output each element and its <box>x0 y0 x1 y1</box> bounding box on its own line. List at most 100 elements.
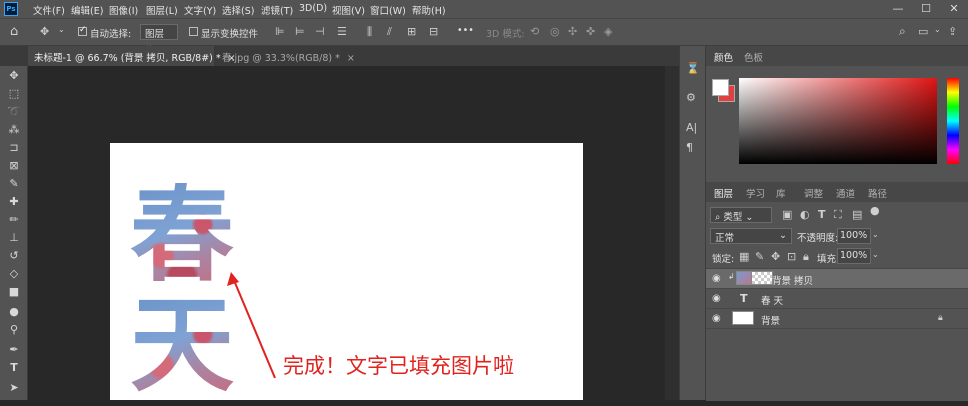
align-vcenter-icon[interactable]: ⫼ <box>367 25 372 39</box>
foreground-color-swatch[interactable] <box>712 79 729 96</box>
tab-libraries[interactable]: 库 <box>770 182 792 202</box>
pen-tool-icon[interactable]: ✒ <box>4 342 24 358</box>
lock-pixels-icon[interactable]: ✎ <box>755 250 764 263</box>
visibility-eye-icon[interactable]: ◉ <box>712 313 722 324</box>
auto-select-dropdown[interactable]: 图层 ⌄ <box>140 24 178 51</box>
home-icon[interactable]: ⌂ <box>10 24 18 39</box>
vertical-scrollbar[interactable] <box>665 66 679 400</box>
document-canvas[interactable]: 春 天 完成！文字已填充图片啦 <box>110 143 583 400</box>
menu-select[interactable]: 选择(S) <box>222 3 254 17</box>
menu-edit[interactable]: 编辑(E) <box>71 3 103 17</box>
history-panel-icon[interactable]: ⌛ <box>686 62 700 75</box>
3d-slide-icon[interactable]: ✜ <box>586 25 595 38</box>
filter-toggle-icon[interactable]: ● <box>870 204 880 217</box>
move-tool-icon[interactable]: ✥ <box>4 68 24 84</box>
properties-panel-icon[interactable]: ⚙ <box>686 91 696 104</box>
fill-input[interactable]: 100% <box>837 248 871 264</box>
tab-spring-jpg[interactable]: 春.jpg @ 33.3%(RGB/8) * × <box>216 46 355 66</box>
blur-tool-icon[interactable]: ● <box>4 304 24 320</box>
distribute-icon[interactable]: ⊞ <box>407 25 416 38</box>
align-right-icon[interactable]: ⊣ <box>315 25 325 38</box>
filter-adjustment-icon[interactable]: ◐ <box>800 208 810 221</box>
align-top-icon[interactable]: ☰ <box>337 25 347 38</box>
3d-scale-icon[interactable]: ◈ <box>604 25 612 38</box>
filter-shape-icon[interactable]: ⛶ <box>834 208 842 222</box>
tab-paths[interactable]: 路径 <box>862 182 893 202</box>
eraser-tool-icon[interactable]: ◇ <box>4 266 24 282</box>
lasso-tool-icon[interactable]: ➰ <box>4 104 24 120</box>
history-brush-icon[interactable]: ↺ <box>4 248 24 264</box>
align-left-icon[interactable]: ⊫ <box>275 25 285 38</box>
tab-color[interactable]: 颜色 <box>708 46 739 66</box>
type-tool-icon[interactable]: T <box>4 360 24 376</box>
opacity-input[interactable]: 100% <box>837 228 871 244</box>
distribute-v-icon[interactable]: ⊟ <box>429 25 438 38</box>
character-panel-icon[interactable]: A| <box>686 121 697 134</box>
more-options-button[interactable]: ••• <box>457 25 474 36</box>
fill-chevron-icon[interactable]: ⌄ <box>872 250 879 259</box>
chevron-down-icon[interactable]: ⌄ <box>58 25 65 34</box>
share-icon[interactable]: ⇪ <box>948 25 957 38</box>
layer-filter-dropdown[interactable]: ⌕ 类型 ⌄ <box>710 207 772 223</box>
blend-mode-dropdown[interactable]: 正常 ⌄ <box>710 228 792 244</box>
visibility-eye-icon[interactable]: ◉ <box>712 293 722 304</box>
layer-row[interactable]: ◉ ↲ 背景 拷贝 <box>706 268 968 288</box>
align-bottom-icon[interactable]: ⫽ <box>387 25 392 39</box>
tab-channels[interactable]: 通道 <box>830 182 861 202</box>
layer-row[interactable]: ◉ T 春 天 <box>706 288 968 308</box>
move-tool-icon[interactable]: ✥ <box>40 25 49 38</box>
menu-window[interactable]: 窗口(W) <box>370 3 406 17</box>
lock-transparent-icon[interactable]: ▦ <box>739 250 749 263</box>
workspace-chevron-icon[interactable]: ⌄ <box>934 25 941 34</box>
opacity-chevron-icon[interactable]: ⌄ <box>872 230 879 239</box>
menu-view[interactable]: 视图(V) <box>332 3 365 17</box>
menu-file[interactable]: 文件(F) <box>33 3 65 17</box>
tab-untitled-1[interactable]: 未标题-1 @ 66.7% (背景 拷贝, RGB/8#) * × <box>28 46 236 66</box>
menu-image[interactable]: 图像(I) <box>109 3 138 17</box>
show-transform-checkbox[interactable] <box>189 27 198 36</box>
crop-tool-icon[interactable]: ⊐ <box>4 140 24 156</box>
tab-swatches[interactable]: 色板 <box>738 46 769 66</box>
tab-learn[interactable]: 学习 <box>740 182 771 202</box>
tab-adjustments[interactable]: 调整 <box>798 182 829 202</box>
brush-tool-icon[interactable]: ✏ <box>4 212 24 228</box>
lock-artboard-icon[interactable]: ⊡ <box>787 250 796 263</box>
tab-layers[interactable]: 图层 <box>708 182 739 202</box>
gradient-tool-icon[interactable]: ■ <box>4 284 24 300</box>
layers-panel-tabs: 图层 学习 库 调整 通道 路径 <box>706 182 968 202</box>
menu-layer[interactable]: 图层(L) <box>146 3 178 17</box>
workspace-icon[interactable]: ▭ <box>918 25 928 38</box>
marquee-tool-icon[interactable]: ⬚ <box>4 86 24 102</box>
paragraph-panel-icon[interactable]: ¶ <box>686 141 693 154</box>
clone-stamp-icon[interactable]: ⊥ <box>4 230 24 246</box>
layer-row[interactable]: ◉ 背景 🔒︎ <box>706 308 968 328</box>
minimize-button[interactable]: — <box>884 0 912 18</box>
auto-select-checkbox[interactable] <box>78 25 87 36</box>
visibility-eye-icon[interactable]: ◉ <box>712 273 722 284</box>
tab-close-icon[interactable]: × <box>347 53 355 64</box>
healing-brush-icon[interactable]: ✚ <box>4 194 24 210</box>
3d-roll-icon[interactable]: ◎ <box>550 25 560 38</box>
maximize-button[interactable]: ☐ <box>912 0 940 18</box>
menu-type[interactable]: 文字(Y) <box>184 3 216 17</box>
hue-slider[interactable] <box>947 78 959 164</box>
eyedropper-tool-icon[interactable]: ✎ <box>4 176 24 192</box>
filter-pixel-icon[interactable]: ▣ <box>782 208 792 221</box>
path-selection-icon[interactable]: ➤ <box>4 380 24 396</box>
menu-help[interactable]: 帮助(H) <box>412 3 446 17</box>
frame-tool-icon[interactable]: ⊠ <box>4 158 24 174</box>
lock-all-icon[interactable]: 🔒︎ <box>803 250 809 264</box>
close-window-button[interactable]: ✕ <box>940 0 968 18</box>
align-hcenter-icon[interactable]: ⊨ <box>295 25 305 38</box>
dodge-tool-icon[interactable]: ⚲ <box>4 322 24 338</box>
3d-pan-icon[interactable]: ✣ <box>568 25 577 38</box>
filter-smart-object-icon[interactable]: ▤ <box>852 208 862 221</box>
lock-position-icon[interactable]: ✥ <box>771 250 780 263</box>
menu-3d[interactable]: 3D(D) <box>299 3 327 14</box>
search-icon[interactable]: ⌕ <box>899 24 906 39</box>
filter-type-icon[interactable]: T <box>818 208 826 221</box>
color-picker-field[interactable] <box>739 78 937 164</box>
3d-rotate-icon[interactable]: ⟲ <box>530 25 539 38</box>
magic-wand-tool-icon[interactable]: ⁂ <box>4 122 24 138</box>
menu-filter[interactable]: 滤镜(T) <box>261 3 293 17</box>
